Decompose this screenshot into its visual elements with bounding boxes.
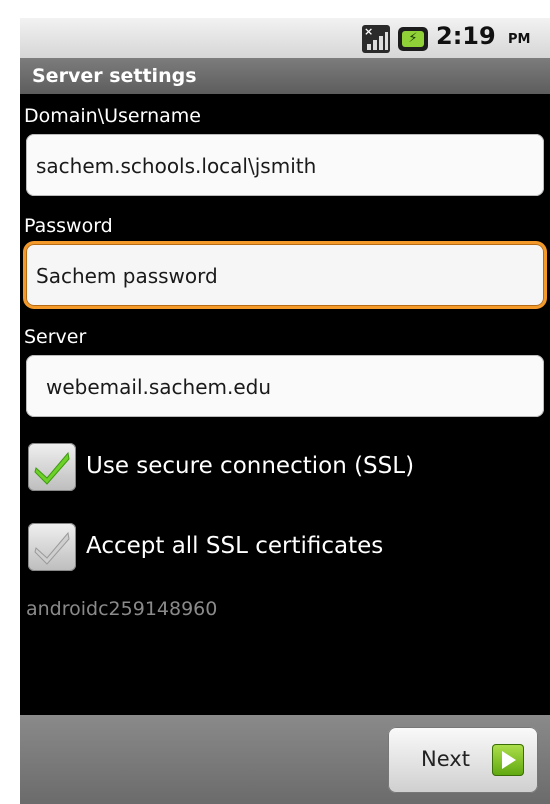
password-field[interactable]: Sachem password — [26, 244, 544, 306]
domain-username-value: sachem.schools.local\jsmith — [36, 154, 317, 178]
bottom-bar: Next — [20, 715, 550, 804]
title-bar: Server settings — [20, 58, 550, 94]
server-label: Server — [24, 326, 87, 348]
device-id-text: androidc259148960 — [26, 598, 218, 620]
battery-icon: ⚡ — [398, 27, 428, 51]
domain-username-field[interactable]: sachem.schools.local\jsmith — [26, 134, 544, 196]
phone-screen: × ⚡ 2:19 PM Server settings Domain\Usern… — [20, 18, 550, 804]
status-bar: × ⚡ 2:19 PM — [20, 18, 550, 58]
next-button[interactable]: Next — [388, 727, 538, 793]
arrow-right-icon — [492, 744, 524, 776]
next-button-label: Next — [421, 747, 470, 771]
server-field[interactable]: webemail.sachem.edu — [26, 355, 544, 417]
screen-title: Server settings — [32, 65, 197, 87]
server-value: webemail.sachem.edu — [46, 375, 272, 399]
use-ssl-label: Use secure connection (SSL) — [86, 453, 415, 479]
password-label: Password — [24, 215, 113, 237]
password-value: Sachem password — [36, 264, 218, 288]
accept-certs-label: Accept all SSL certificates — [86, 533, 384, 559]
domain-username-label: Domain\Username — [24, 105, 201, 127]
clock-time: 2:19 — [436, 22, 496, 50]
clock-ampm: PM — [508, 32, 531, 47]
check-icon — [34, 531, 70, 565]
check-icon — [34, 451, 70, 485]
accept-certs-checkbox[interactable] — [28, 523, 76, 571]
signal-icon: × — [362, 25, 390, 53]
use-ssl-checkbox[interactable] — [28, 443, 76, 491]
